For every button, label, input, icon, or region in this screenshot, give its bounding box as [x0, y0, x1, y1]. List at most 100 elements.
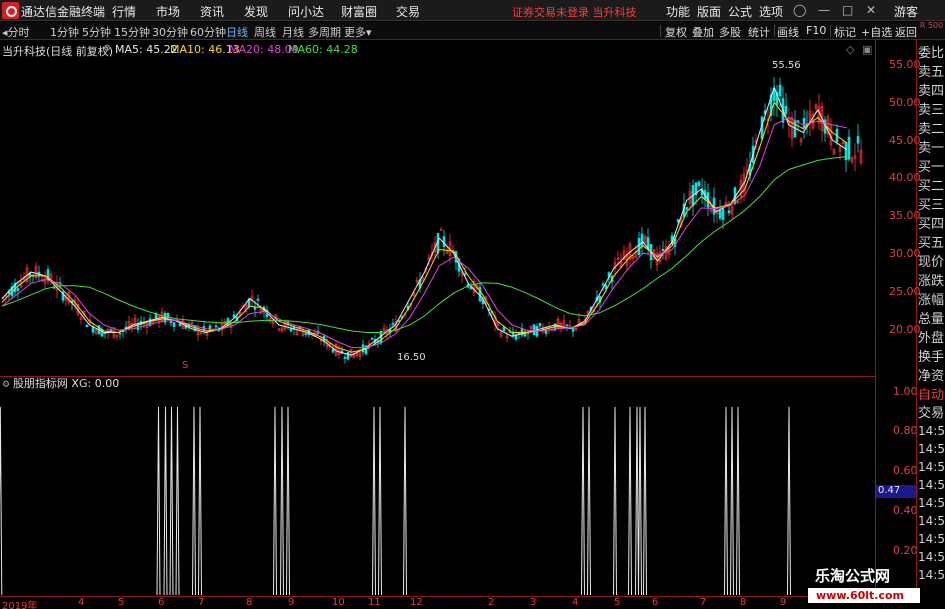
auto-trade-label[interactable]: 自动	[918, 384, 945, 403]
period-tab-60min[interactable]: 60分钟	[190, 24, 226, 40]
add-watchlist-button[interactable]: +自选	[861, 24, 892, 40]
side-tag: R 500	[919, 21, 944, 30]
signal-spike	[280, 406, 284, 595]
title-bar: 通达信金融终端 行情 市场 资讯 发现 问小达 财富圈 交易 证券交易未登录 当…	[0, 0, 945, 21]
menu-faxian[interactable]: 发现	[244, 3, 268, 20]
signal-spike	[730, 406, 734, 595]
candle-body	[721, 208, 725, 220]
side-label: 卖三	[918, 103, 945, 118]
login-notice[interactable]: 证券交易未登录 当升科技	[512, 4, 637, 20]
separator	[660, 25, 661, 37]
menu-banmian[interactable]: 版面	[697, 3, 721, 20]
indicator-y-tick: 0.20	[893, 544, 918, 557]
side-label: 买二	[918, 179, 945, 194]
menu-caifuquan[interactable]: 财富圈	[341, 3, 377, 20]
app-title: 通达信金融终端	[21, 5, 106, 19]
period-tab-1min[interactable]: 1分钟	[50, 24, 79, 40]
separator	[774, 25, 775, 37]
candle-body	[784, 105, 788, 115]
signal-spike	[378, 406, 382, 595]
menu-jiaoyi[interactable]: 交易	[396, 3, 420, 20]
x-tick: 4	[572, 597, 579, 608]
candle-body	[214, 325, 218, 328]
x-tick: 8	[740, 597, 747, 608]
x-tick: 5	[614, 597, 621, 608]
side-label: 净资	[918, 369, 945, 384]
candle-body	[304, 332, 308, 335]
separator	[830, 25, 831, 37]
f10-button[interactable]: F10	[806, 24, 826, 37]
candle-body	[847, 136, 851, 160]
menu-gongneng[interactable]: 功能	[666, 3, 690, 20]
diamond-icon[interactable]: ◇	[846, 43, 854, 56]
watermark-title: 乐淘公式网	[815, 567, 891, 585]
candle-body	[346, 351, 350, 360]
back-button[interactable]: 返回	[895, 24, 917, 40]
user-label[interactable]: 游客	[894, 3, 918, 20]
period-tab-fenshi[interactable]: ◂分时	[2, 24, 30, 40]
candle-body	[661, 248, 665, 251]
settings-icon[interactable]: ⚙	[103, 44, 111, 54]
maximize-icon[interactable]: □	[842, 3, 853, 17]
period-tab-more-label: 更多	[344, 26, 366, 39]
candle-body	[727, 210, 731, 214]
ma-line-ma5	[1, 85, 848, 356]
trade-label[interactable]: 交易	[918, 402, 945, 421]
overlay-button[interactable]: 叠加	[692, 24, 714, 40]
trade-time: 14:56	[918, 514, 945, 528]
signal-spike	[724, 406, 728, 595]
stats-button[interactable]: 统计	[748, 24, 770, 40]
ma60-label: MA60: 44.28	[288, 43, 358, 56]
period-tab-multi[interactable]: 多周期	[308, 24, 341, 40]
period-tab-monthly[interactable]: 月线	[282, 24, 304, 40]
side-label: 换手	[918, 350, 945, 365]
menu-gongshi[interactable]: 公式	[728, 3, 752, 20]
minimize-icon[interactable]: —	[818, 3, 830, 17]
menu-zixun[interactable]: 资讯	[200, 3, 224, 20]
candle-body	[16, 288, 20, 291]
menu-hangqing[interactable]: 行情	[112, 3, 136, 20]
refresh-icon[interactable]: ◯	[793, 3, 806, 17]
period-tab-weekly[interactable]: 周线	[254, 24, 276, 40]
candle-body	[343, 356, 347, 359]
signal-spike	[643, 406, 647, 595]
menu-wenxiaoda[interactable]: 问小达	[288, 3, 324, 20]
x-tick: 6	[158, 597, 165, 608]
trade-time: 14:56	[918, 550, 945, 564]
ma5-label: MA5: 45.22	[115, 43, 178, 56]
menu-xuanxiang[interactable]: 选项	[759, 3, 783, 20]
x-tick: 8	[246, 597, 253, 608]
signal-spike	[736, 406, 740, 595]
period-tab-15min[interactable]: 15分钟	[114, 24, 150, 40]
period-tab-daily[interactable]: 日线	[226, 24, 248, 40]
close-icon[interactable]: ✕	[866, 3, 876, 17]
candle-body	[637, 237, 641, 256]
candle-body	[118, 332, 122, 335]
restore-panel-icon[interactable]: ▣	[862, 43, 872, 56]
signal-spike	[587, 406, 591, 595]
signal-spike	[635, 406, 639, 595]
side-label: 卖二	[918, 122, 945, 137]
candle-body	[232, 314, 236, 318]
mark-button[interactable]: 标记	[834, 24, 856, 40]
fuquan-button[interactable]: 复权	[665, 24, 687, 40]
x-tick: 10	[332, 597, 345, 608]
signal-spike	[403, 406, 407, 595]
candle-body	[538, 323, 542, 327]
candle-body	[802, 118, 806, 129]
main-kline-chart[interactable]	[0, 57, 875, 374]
draw-line-button[interactable]: 画线	[777, 24, 799, 40]
period-tab-30min[interactable]: 30分钟	[152, 24, 188, 40]
candle-body	[685, 206, 689, 210]
menu-shichang[interactable]: 市场	[156, 3, 180, 20]
side-label: 买五	[918, 236, 945, 251]
period-tab-more[interactable]: 更多▾	[344, 24, 372, 40]
signal-spike	[638, 406, 642, 595]
side-label: 外盘	[918, 331, 945, 346]
signal-spike	[273, 406, 277, 595]
candle-body	[601, 283, 605, 286]
multi-stock-button[interactable]: 多股	[719, 24, 741, 40]
period-tab-5min[interactable]: 5分钟	[82, 24, 111, 40]
indicator-chart[interactable]	[0, 388, 875, 595]
high-annotation: 55.56	[772, 60, 801, 71]
